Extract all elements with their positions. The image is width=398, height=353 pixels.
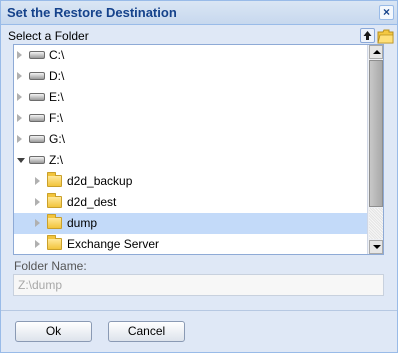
folder-icon <box>47 235 62 250</box>
close-icon[interactable]: × <box>379 5 394 20</box>
expanded-arrow-icon[interactable] <box>17 158 25 163</box>
tree-scrollbar[interactable] <box>367 45 383 254</box>
tree-node[interactable]: G:\ <box>14 129 368 150</box>
tree-node[interactable]: D:\ <box>14 66 368 87</box>
folder-icon <box>47 172 62 187</box>
collapsed-arrow-icon[interactable] <box>35 219 40 227</box>
scroll-up-icon[interactable] <box>369 45 383 59</box>
drive-icon <box>29 114 45 122</box>
tree-node-label: d2d_backup <box>67 174 133 188</box>
drive-icon <box>29 156 45 164</box>
tree-node[interactable]: d2d_dest <box>14 192 368 213</box>
drive-icon <box>29 135 45 143</box>
tree-node[interactable]: Z:\ <box>14 150 368 171</box>
tree-node[interactable]: d2d_backup <box>14 171 368 192</box>
drive-icon <box>29 51 45 59</box>
tree-node[interactable]: dump <box>14 213 368 234</box>
collapsed-arrow-icon[interactable] <box>17 72 22 80</box>
tree-node-label: Z:\ <box>49 153 63 167</box>
tree-node-label: G:\ <box>49 132 66 146</box>
collapsed-arrow-icon[interactable] <box>17 114 22 122</box>
tree-node-label: D:\ <box>49 69 65 83</box>
collapsed-arrow-icon[interactable] <box>17 93 22 101</box>
tree-node[interactable]: C:\ <box>14 45 368 66</box>
scroll-down-icon[interactable] <box>369 240 383 254</box>
new-folder-glyph <box>377 29 394 44</box>
ok-button[interactable]: Ok <box>15 321 92 342</box>
folder-tree[interactable]: C:\ D:\ E:\ F:\ G:\ Z:\ d2d_backup d2d_destdump… <box>13 44 384 255</box>
select-folder-label: Select a Folder <box>8 29 89 43</box>
folder-name-field[interactable] <box>13 274 384 296</box>
collapsed-arrow-icon[interactable] <box>35 177 40 185</box>
dialog-title: Set the Restore Destination <box>7 5 177 20</box>
tree-node-label: d2d_dest <box>67 195 117 209</box>
drive-icon <box>29 93 45 101</box>
cancel-button[interactable]: Cancel <box>108 321 185 342</box>
tree-node-label: Exchange Server <box>67 237 160 251</box>
dialog-titlebar[interactable]: Set the Restore Destination × <box>1 1 397 25</box>
tree-node[interactable]: Exchange Server <box>14 234 368 254</box>
collapsed-arrow-icon[interactable] <box>17 51 22 59</box>
up-arrow-icon[interactable] <box>360 28 375 43</box>
tree-node-label: C:\ <box>49 48 65 62</box>
tree-node-label: F:\ <box>49 111 63 125</box>
new-folder-icon[interactable] <box>377 28 394 44</box>
tree-node-label: E:\ <box>49 90 64 104</box>
folder-icon <box>47 193 62 208</box>
collapsed-arrow-icon[interactable] <box>17 135 22 143</box>
tree-node-label: dump <box>67 216 98 230</box>
tree-node[interactable]: F:\ <box>14 108 368 129</box>
drive-icon <box>29 72 45 80</box>
up-arrow-glyph <box>363 31 372 40</box>
restore-destination-dialog: Set the Restore Destination × Select a F… <box>0 0 398 353</box>
scroll-track[interactable] <box>369 208 383 239</box>
tree-node[interactable]: E:\ <box>14 87 368 108</box>
footer-divider <box>1 310 397 311</box>
scroll-thumb[interactable] <box>369 60 383 207</box>
folder-icon <box>47 214 62 229</box>
collapsed-arrow-icon[interactable] <box>35 240 40 248</box>
collapsed-arrow-icon[interactable] <box>35 198 40 206</box>
folder-name-label: Folder Name: <box>14 259 87 273</box>
